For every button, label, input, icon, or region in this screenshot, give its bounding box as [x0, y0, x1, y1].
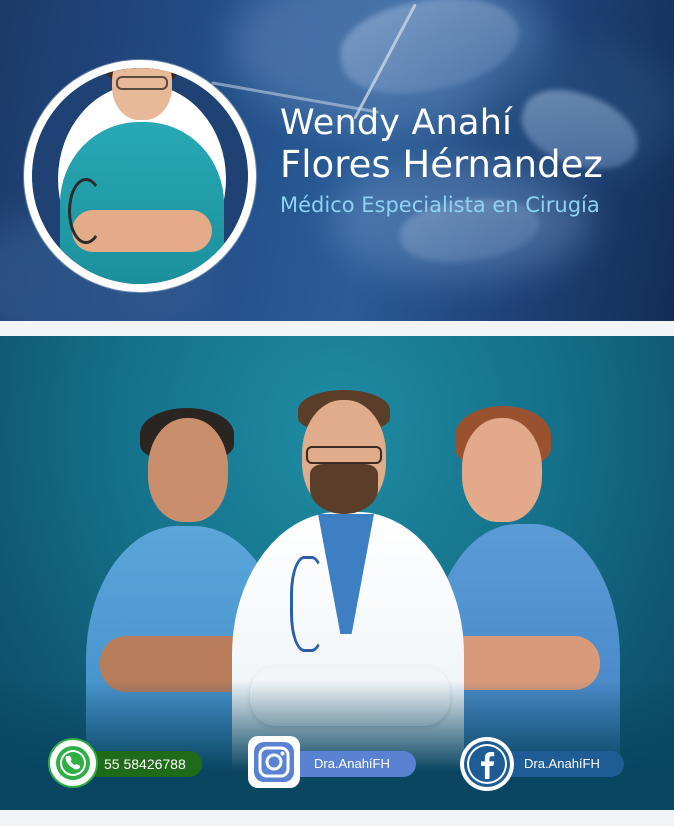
whatsapp-number-link[interactable]: 55 58426788 — [84, 751, 202, 777]
instagram-handle-link[interactable]: Dra.AnahíFH — [284, 751, 416, 777]
glasses-icon — [116, 76, 168, 90]
profile-specialty: Médico Especialista en Cirugía — [280, 193, 600, 217]
avatar-photo — [32, 68, 248, 284]
profile-last-name: Flores Hérnandez — [280, 143, 603, 186]
glasses-icon — [306, 446, 382, 464]
header-banner: Wendy Anahí Flores Hérnandez Médico Espe… — [0, 0, 674, 321]
stethoscope-icon — [290, 556, 326, 652]
facebook-icon[interactable] — [460, 737, 514, 791]
profile-avatar — [24, 60, 256, 292]
contact-bar: 55 58426788 Dra.AnahíFH Dra.AnahíFH — [0, 736, 674, 792]
stethoscope-icon — [68, 178, 104, 244]
instagram-icon[interactable] — [248, 736, 300, 788]
whatsapp-icon[interactable] — [48, 738, 98, 788]
profile-first-name: Wendy Anahí — [280, 103, 513, 143]
page-bottom-strip — [0, 810, 674, 826]
profile-name-block: Wendy Anahí Flores Hérnandez Médico Espe… — [280, 103, 660, 219]
